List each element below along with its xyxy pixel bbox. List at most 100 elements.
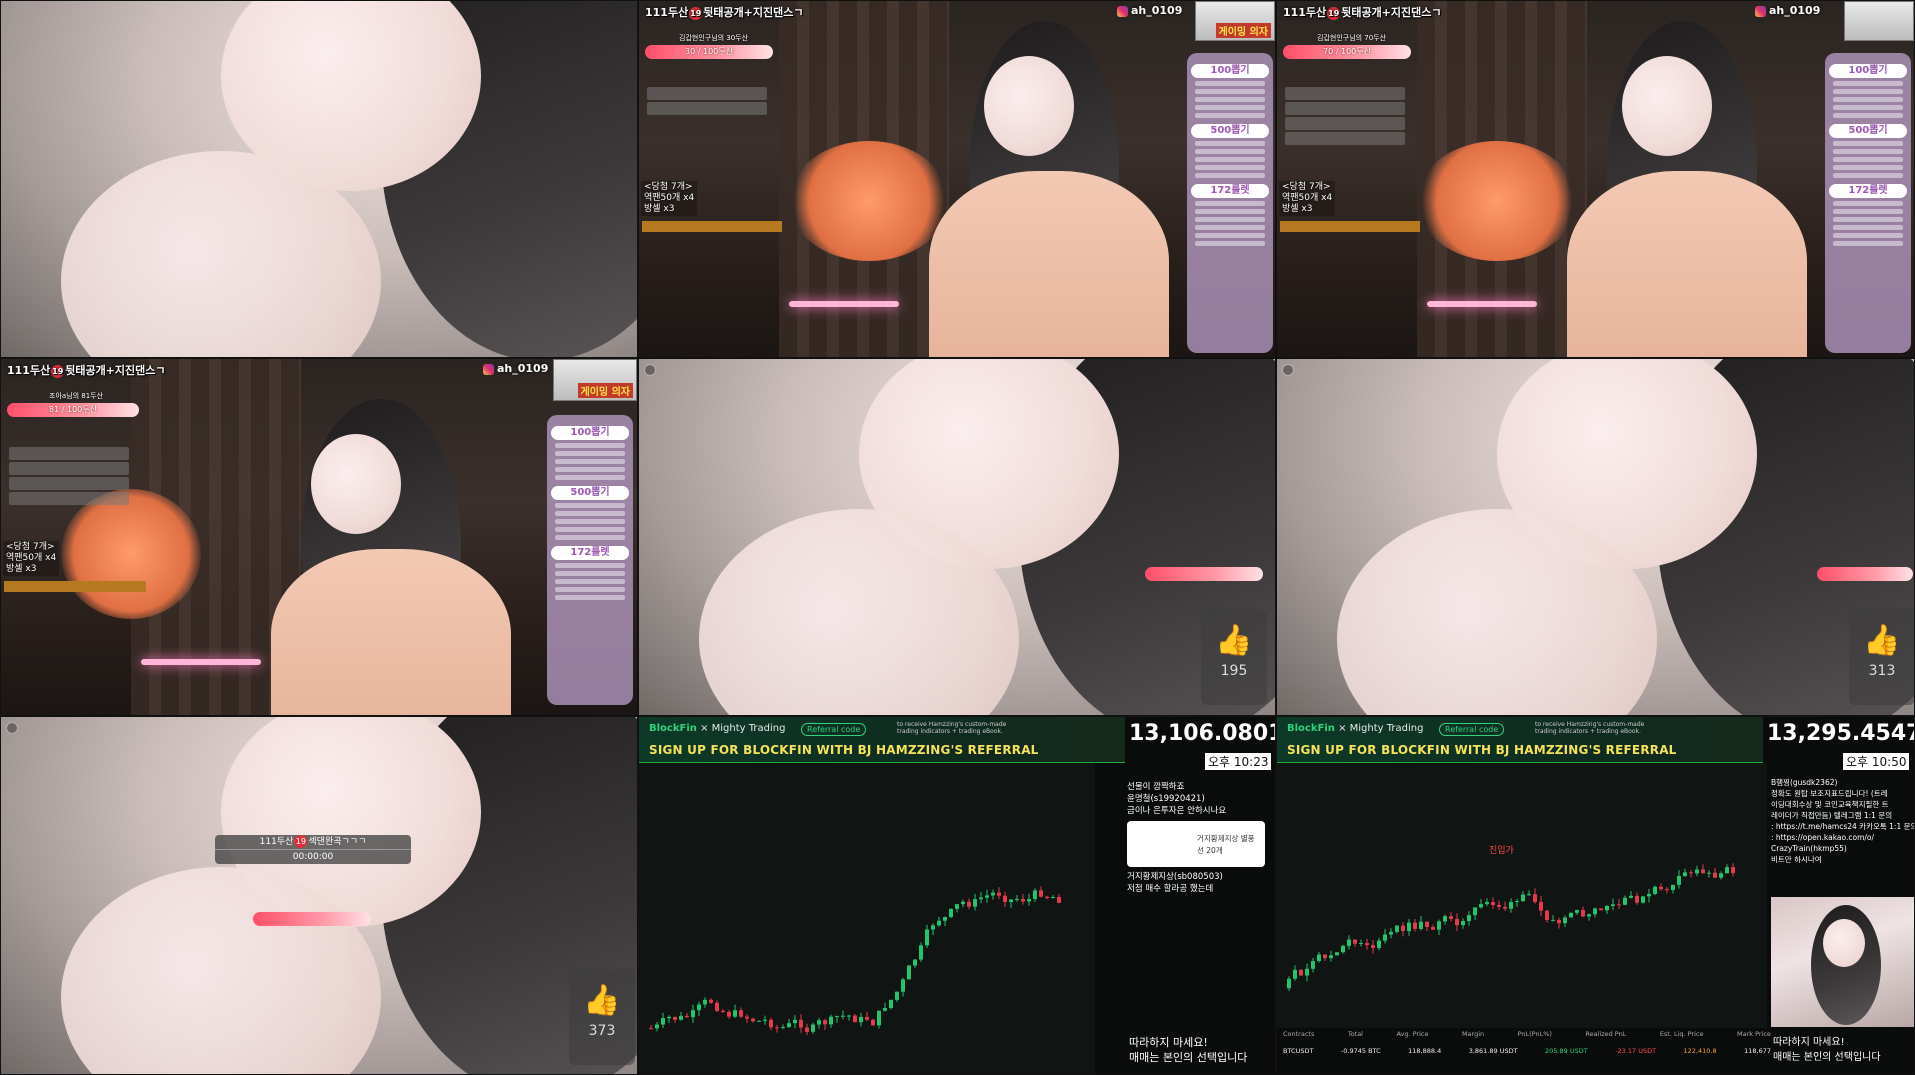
menu-header: 500뽑기 <box>551 486 629 500</box>
instagram-icon <box>1117 5 1128 17</box>
prize-box: <당첨 7개> 역팬50개 x4 방셀 x3 <box>3 541 60 576</box>
promo-banner: BlockFin × Mighty Trading Referral code … <box>1277 717 1763 763</box>
candle-body <box>937 920 941 926</box>
stream-tile-8[interactable]: BlockFin × Mighty Trading Referral code … <box>638 716 1276 1075</box>
candle-body <box>793 1019 797 1024</box>
goal-progress-bar <box>253 912 371 926</box>
candle-body <box>805 1027 809 1032</box>
candle-body <box>685 1015 689 1018</box>
neon-light <box>789 301 899 307</box>
ranking-list <box>1285 87 1405 147</box>
age-19-badge: 19 <box>1327 6 1341 20</box>
candle-body <box>1437 921 1441 930</box>
room-title: 111두산 19 뒷태공개+지진댄스ㄱ <box>645 6 804 20</box>
candle-body <box>697 1004 701 1011</box>
stream-tile-6[interactable]: 👍 313 <box>1276 358 1915 716</box>
stream-tile-2[interactable]: 111두산 19 뒷태공개+지진댄스ㄱ ah_0109 게이밍 의자 김갑현인구님의… <box>638 0 1276 358</box>
age-badge-small <box>1282 364 1294 376</box>
room-title: 111두산 19 뒷태공개+지진댄스ㄱ <box>1283 6 1442 20</box>
candle-body <box>997 892 1001 896</box>
flower-decor <box>789 141 949 261</box>
price-display: 13,106.0801 <box>1129 721 1276 746</box>
candle-body <box>1539 901 1543 911</box>
candle-body <box>1647 893 1651 897</box>
candle-body <box>1479 904 1483 908</box>
menu-header: 100뽑기 <box>1829 64 1907 78</box>
like-button[interactable]: 👍 313 <box>1849 609 1914 705</box>
candle-body <box>1401 925 1405 932</box>
candle-body <box>973 899 977 907</box>
stream-tile-4[interactable]: 111두산 19 뒷태공개+지진댄스ㄱ ah_0109 게이밍 의자 조아a님의 8… <box>0 358 638 716</box>
candle-body <box>1443 916 1447 922</box>
candle-body <box>1527 894 1531 896</box>
candle-body <box>733 1010 737 1017</box>
candle-body <box>1659 886 1663 890</box>
candle-body <box>1689 872 1693 874</box>
number-board <box>4 581 146 592</box>
like-count: 373 <box>588 1023 616 1039</box>
candle-body <box>1665 889 1669 891</box>
age-19-badge: 19 <box>294 835 308 848</box>
candle-body <box>1653 886 1657 894</box>
menu-header: 500뽑기 <box>1829 124 1907 138</box>
candle-body <box>1389 931 1393 935</box>
candle-body <box>1533 894 1537 902</box>
candle-body <box>1575 909 1579 913</box>
candle-body <box>1009 899 1013 903</box>
candle-body <box>1051 897 1055 899</box>
goal-progress-bar: 70 / 100두산 <box>1283 45 1411 59</box>
thumbs-up-icon: 👍 <box>1863 623 1901 658</box>
candle-body <box>739 1010 743 1017</box>
candle-body <box>787 1023 791 1028</box>
multiview-grid: 111두산 19 뒷태공개+지진댄스ㄱ ah_0109 게이밍 의자 김갑현인구님의… <box>0 0 1915 1075</box>
candle-body <box>727 1011 731 1017</box>
neon-light <box>141 659 261 665</box>
candle-body <box>859 1016 863 1023</box>
candle-body <box>1027 899 1031 902</box>
candle-body <box>1341 945 1345 953</box>
candle-body <box>1359 943 1363 945</box>
candle-body <box>817 1020 821 1025</box>
candle-body <box>1353 939 1357 944</box>
stream-tile-3[interactable]: 111두산 19 뒷태공개+지진댄스ㄱ ah_0109 김갑현인구님의 70두산 7… <box>1276 0 1915 358</box>
stream-tile-5[interactable]: 👍 195 <box>638 358 1276 716</box>
candle-body <box>1641 896 1645 903</box>
menu-header: 500뽑기 <box>1191 124 1269 138</box>
streamer-face <box>1622 56 1712 156</box>
candle-body <box>1557 919 1561 924</box>
flower-decor <box>61 489 201 619</box>
candle-body <box>1407 922 1411 932</box>
flower-decor <box>1417 141 1577 261</box>
candle-body <box>967 901 971 907</box>
menu-panel: 100뽑기 500뽑기 172룰렛 <box>547 415 633 705</box>
candle-body <box>1563 917 1567 924</box>
candle-body <box>745 1016 749 1019</box>
candle-body <box>1509 902 1513 909</box>
stream-tile-9[interactable]: BlockFin × Mighty Trading Referral code … <box>1276 716 1915 1075</box>
candle-body <box>1377 940 1381 948</box>
candle-body <box>1015 898 1019 900</box>
candle-body <box>829 1016 833 1025</box>
age-19-badge: 19 <box>51 364 65 378</box>
candle-body <box>847 1015 851 1017</box>
stream-tile-7[interactable]: 111두산 19 섹댄완곡ㄱㄱㄱ 00:00:00 👍 373 <box>0 716 638 1075</box>
candle-body <box>1605 905 1609 911</box>
candle-body <box>1551 919 1555 921</box>
clock: 오후 10:50 <box>1843 753 1910 770</box>
like-button[interactable]: 👍 195 <box>1201 609 1267 705</box>
disclaimer: 따라하지 마세요! 매매는 본인의 선택입니다 <box>1129 1036 1248 1064</box>
candle-body <box>757 1020 761 1022</box>
like-count: 195 <box>1220 663 1248 679</box>
candle-body <box>1021 898 1025 902</box>
positions-row[interactable]: BTCUSDT -0.9745 BTC 118,888.4 3,861.89 USDT… <box>1283 1047 1771 1055</box>
like-button[interactable]: 👍 373 <box>569 969 635 1065</box>
candle-body <box>1287 978 1291 989</box>
chat-feed: 선물이 깜짝하죠 윤명철(s19920421) 금이나 은투자은 안하시나요 거지황… <box>1127 781 1265 895</box>
candle-body <box>955 904 959 909</box>
candle-body <box>1311 961 1315 969</box>
streamer-top <box>1567 171 1807 357</box>
stream-tile-1[interactable] <box>0 0 638 358</box>
instagram-handle: ah_0109 <box>483 362 548 375</box>
candle-body <box>949 908 953 917</box>
candle-body <box>1701 869 1705 874</box>
